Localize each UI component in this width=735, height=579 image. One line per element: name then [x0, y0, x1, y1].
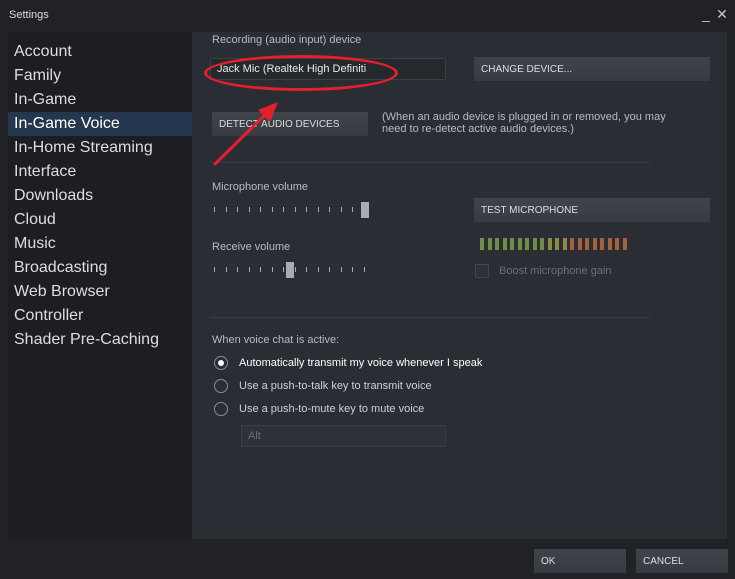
- title-bar: Settings _ ✕: [0, 0, 735, 32]
- sidebar-item-broadcasting[interactable]: Broadcasting: [8, 256, 192, 280]
- slider-tick: [352, 207, 353, 212]
- slider-tick: [329, 207, 330, 212]
- cancel-button[interactable]: CANCEL: [636, 549, 728, 573]
- radio-button[interactable]: [214, 402, 228, 416]
- meter-bar: [495, 238, 499, 250]
- divider: [210, 317, 650, 318]
- microphone-volume-label: Microphone volume: [212, 181, 308, 193]
- sidebar-item-family[interactable]: Family: [8, 64, 192, 88]
- slider-tick: [363, 267, 365, 272]
- microphone-level-meter: [480, 238, 640, 250]
- ok-button[interactable]: OK: [534, 549, 626, 573]
- radio-button[interactable]: [214, 379, 228, 393]
- sidebar-item-downloads[interactable]: Downloads: [8, 184, 192, 208]
- meter-bar: [487, 238, 492, 250]
- meter-bar: [585, 238, 589, 250]
- settings-sidebar: Account Family In-Game In-Game Voice In-…: [8, 32, 192, 539]
- meter-bar: [502, 238, 507, 250]
- slider-tick: [260, 207, 261, 212]
- sidebar-item-in-game[interactable]: In-Game: [8, 88, 192, 112]
- slider-tick: [329, 267, 330, 272]
- receive-volume-slider[interactable]: [214, 262, 384, 278]
- slider-tick: [317, 267, 319, 272]
- meter-bar: [600, 238, 604, 250]
- meter-bar: [540, 238, 544, 250]
- sidebar-item-account[interactable]: Account: [8, 40, 192, 64]
- annotation-ellipse: [204, 55, 398, 91]
- sidebar-item-interface[interactable]: Interface: [8, 160, 192, 184]
- slider-tick: [248, 207, 250, 212]
- slider-tick: [317, 207, 319, 212]
- sidebar-item-shader-pre-caching[interactable]: Shader Pre-Caching: [8, 328, 192, 352]
- meter-bar: [525, 238, 529, 250]
- detect-note: (When an audio device is plugged in or r…: [382, 111, 666, 135]
- slider-tick: [237, 267, 238, 272]
- slider-tick: [214, 207, 215, 212]
- meter-bar: [532, 238, 537, 250]
- meter-bar: [547, 238, 552, 250]
- radio-button[interactable]: [214, 356, 228, 370]
- slider-tick: [294, 267, 296, 272]
- slider-tick: [271, 207, 273, 212]
- sidebar-item-cloud[interactable]: Cloud: [8, 208, 192, 232]
- sidebar-item-web-browser[interactable]: Web Browser: [8, 280, 192, 304]
- slider-tick: [306, 267, 307, 272]
- window-title: Settings: [9, 9, 49, 21]
- voice-active-label: When voice chat is active:: [212, 334, 340, 346]
- meter-bar: [517, 238, 522, 250]
- slider-tick: [214, 267, 215, 272]
- change-device-button[interactable]: CHANGE DEVICE...: [474, 57, 710, 81]
- meter-bar: [480, 238, 484, 250]
- slider-tick: [294, 207, 296, 212]
- device-label: Recording (audio input) device: [212, 34, 362, 46]
- slider-tick: [283, 267, 284, 272]
- slider-thumb[interactable]: [360, 202, 369, 218]
- meter-bar: [555, 238, 559, 250]
- boost-microphone-checkbox[interactable]: [475, 264, 489, 278]
- option-label: Automatically transmit my voice whenever…: [239, 357, 483, 369]
- meter-bar: [510, 238, 514, 250]
- slider-tick: [237, 207, 238, 212]
- microphone-volume-slider[interactable]: [214, 202, 384, 218]
- minimize-button[interactable]: _: [698, 6, 714, 22]
- option-label: Use a push-to-talk key to transmit voice: [239, 380, 432, 392]
- dialog-footer: OK CANCEL: [0, 539, 735, 579]
- sidebar-item-in-home-streaming[interactable]: In-Home Streaming: [8, 136, 192, 160]
- receive-volume-label: Receive volume: [212, 241, 291, 253]
- meter-bar: [622, 238, 627, 250]
- slider-tick: [340, 207, 342, 212]
- meter-bar: [607, 238, 612, 250]
- sidebar-item-in-game-voice[interactable]: In-Game Voice: [8, 112, 192, 136]
- slider-tick: [306, 207, 307, 212]
- slider-tick: [283, 207, 284, 212]
- meter-bar: [570, 238, 574, 250]
- slider-thumb[interactable]: [285, 262, 294, 278]
- slider-tick: [260, 267, 261, 272]
- option-label: Use a push-to-mute key to mute voice: [239, 403, 425, 415]
- slider-tick: [271, 267, 273, 272]
- push-key-field[interactable]: Alt: [241, 425, 446, 447]
- test-microphone-button[interactable]: TEST MICROPHONE: [474, 198, 710, 222]
- slider-tick: [225, 207, 227, 212]
- boost-microphone-label: Boost microphone gain: [499, 265, 612, 277]
- sidebar-item-music[interactable]: Music: [8, 232, 192, 256]
- close-button[interactable]: ✕: [714, 6, 730, 22]
- slider-tick: [248, 267, 250, 272]
- meter-bar: [577, 238, 582, 250]
- meter-bar: [592, 238, 597, 250]
- slider-tick: [225, 267, 227, 272]
- sidebar-item-controller[interactable]: Controller: [8, 304, 192, 328]
- slider-tick: [340, 267, 342, 272]
- meter-bar: [615, 238, 619, 250]
- meter-bar: [562, 238, 567, 250]
- annotation-arrow: [213, 102, 278, 166]
- slider-tick: [352, 267, 353, 272]
